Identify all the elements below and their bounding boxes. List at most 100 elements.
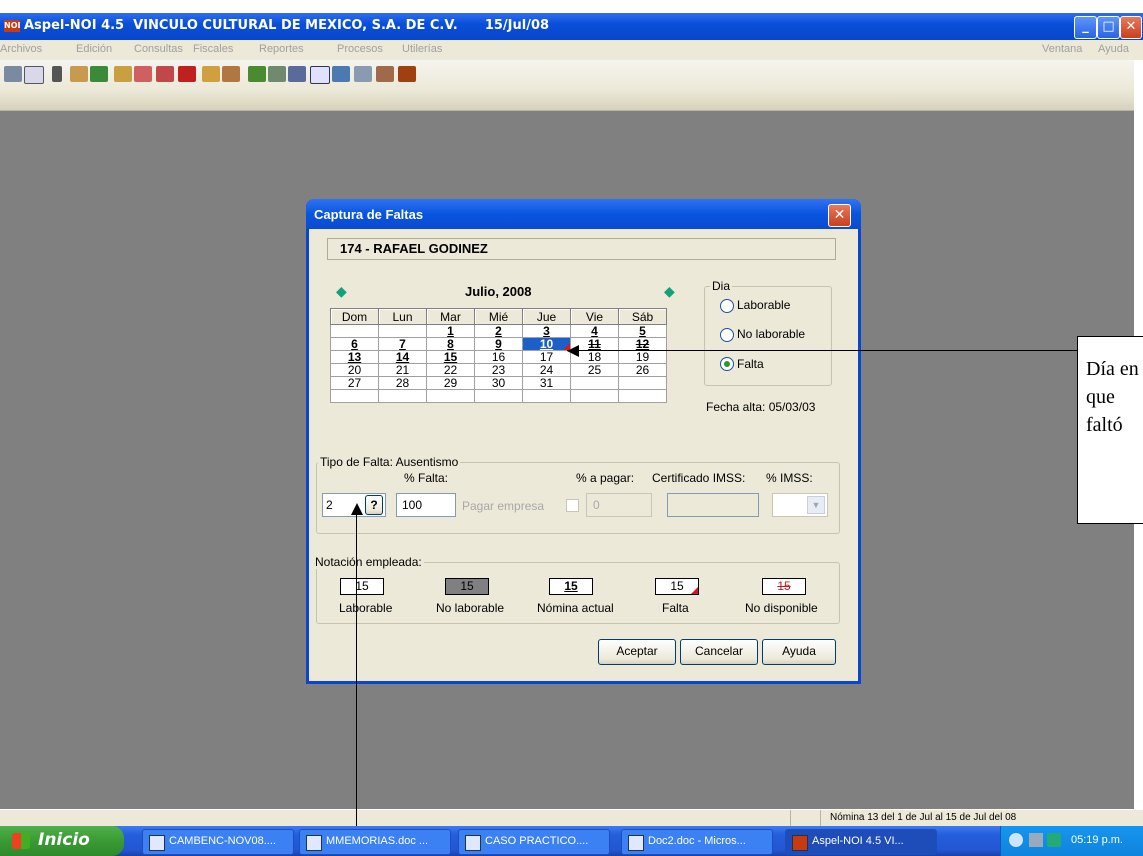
pagar-empresa-checkbox[interactable] xyxy=(566,499,579,512)
network-icon[interactable] xyxy=(288,66,306,82)
chart-icon[interactable] xyxy=(202,66,220,82)
start-button[interactable]: Inicio xyxy=(0,826,124,856)
callout-text: Día en que faltó xyxy=(1086,358,1139,436)
document-icon[interactable] xyxy=(24,66,44,84)
calendar-day xyxy=(378,389,427,403)
menu-archivos[interactable]: Archivos xyxy=(0,43,42,55)
menu-procesos[interactable]: Procesos xyxy=(337,43,383,55)
people-icon[interactable] xyxy=(70,66,88,82)
radio-laborable[interactable] xyxy=(720,299,734,313)
calendar-day[interactable]: 17 xyxy=(522,350,571,364)
prev-month-arrow-icon[interactable]: ◆ xyxy=(336,284,347,300)
calendar-day[interactable]: 26 xyxy=(618,363,667,377)
calendar-day[interactable]: 13 xyxy=(330,350,379,364)
calendar-day[interactable] xyxy=(570,376,619,390)
dialog-close-button[interactable]: ✕ xyxy=(828,204,851,227)
calendar-day[interactable]: 14 xyxy=(378,350,427,364)
report-icon[interactable] xyxy=(134,66,152,82)
user-gear-icon[interactable] xyxy=(222,66,240,82)
maximize-button[interactable]: □ xyxy=(1097,16,1120,39)
calendar-day xyxy=(522,389,571,403)
books-icon[interactable] xyxy=(178,66,196,82)
menu-ayuda[interactable]: Ayuda xyxy=(1098,43,1129,55)
calendar-day[interactable]: 2 xyxy=(474,324,523,338)
calendar-day-selected[interactable]: 10 xyxy=(522,337,571,351)
cancel-button[interactable]: Cancelar xyxy=(680,639,758,665)
menu-fiscales[interactable]: Fiscales xyxy=(193,43,233,55)
calendar-day[interactable]: 12 xyxy=(618,337,667,351)
calendar-day[interactable]: 19 xyxy=(618,350,667,364)
calendar-day[interactable]: 25 xyxy=(570,363,619,377)
refresh-icon[interactable] xyxy=(4,66,22,82)
calculator-icon[interactable] xyxy=(354,66,372,82)
dialog-title-bar: Captura de Faltas xyxy=(306,199,861,229)
calendar-day[interactable] xyxy=(330,324,379,338)
window-title-text: Aspel-NOI 4.5 VINCULO CULTURAL DE MEXICO… xyxy=(24,18,550,33)
idse-icon[interactable] xyxy=(310,66,330,84)
calendar-day[interactable]: 8 xyxy=(426,337,475,351)
help-button[interactable]: Ayuda xyxy=(762,639,836,665)
calendar-day[interactable]: 31 xyxy=(522,376,571,390)
word-doc-icon xyxy=(465,835,481,851)
pct-pagar-field[interactable]: 0 xyxy=(586,493,652,517)
calendar-day[interactable]: 21 xyxy=(378,363,427,377)
calendar-day[interactable]: 4 xyxy=(570,324,619,338)
antivirus-tray-icon[interactable] xyxy=(1047,833,1061,847)
pct-falta-field[interactable]: 100 xyxy=(396,493,456,517)
calendar-day[interactable]: 7 xyxy=(378,337,427,351)
toolbar xyxy=(0,60,1143,111)
calendar-icon[interactable] xyxy=(114,66,132,82)
dia-legend: Dia xyxy=(710,279,733,293)
calendar-day[interactable]: 5 xyxy=(618,324,667,338)
close-window-button[interactable]: ✕ xyxy=(1120,16,1142,39)
calendar-day[interactable]: 27 xyxy=(330,376,379,390)
calendar-day[interactable]: 3 xyxy=(522,324,571,338)
calendar-day[interactable]: 29 xyxy=(426,376,475,390)
tree-icon[interactable] xyxy=(248,66,266,82)
taskbar-item[interactable]: CAMBENC-NOV08.... xyxy=(142,829,294,855)
calendar-day[interactable] xyxy=(618,376,667,390)
calendar-day[interactable]: 24 xyxy=(522,363,571,377)
taskbar-item[interactable]: CASO PRACTICO.... xyxy=(458,829,610,855)
next-month-arrow-icon[interactable]: ◆ xyxy=(664,284,675,300)
report2-icon[interactable] xyxy=(156,66,174,82)
calendar-day[interactable]: 28 xyxy=(378,376,427,390)
minimize-button[interactable]: _ xyxy=(1074,16,1097,39)
calendar-day[interactable] xyxy=(378,324,427,338)
calendar-day[interactable]: 1 xyxy=(426,324,475,338)
calendar-day[interactable]: 20 xyxy=(330,363,379,377)
notebook-icon[interactable] xyxy=(376,66,394,82)
tipo-help-button[interactable]: ? xyxy=(365,495,383,515)
note-no-disponible-sample: 15 xyxy=(762,578,806,595)
calendar-day[interactable]: 16 xyxy=(474,350,523,364)
menu-reportes[interactable]: Reportes xyxy=(259,43,304,55)
network-tray-icon[interactable] xyxy=(1029,833,1043,847)
radio-falta[interactable] xyxy=(720,357,734,371)
taskbar-item-active[interactable]: Aspel-NOI 4.5 VI... xyxy=(785,829,937,855)
pct-imss-select[interactable]: ▼ xyxy=(772,493,828,517)
calendar-day[interactable]: 23 xyxy=(474,363,523,377)
taskbar-item[interactable]: MMEMORIAS.doc ... xyxy=(299,829,451,855)
calendar-day[interactable]: 6 xyxy=(330,337,379,351)
building-icon[interactable] xyxy=(268,66,286,82)
note-falta-sample: 15 xyxy=(655,578,699,595)
menu-ventana[interactable]: Ventana xyxy=(1042,43,1082,55)
calendar-day[interactable]: 22 xyxy=(426,363,475,377)
accept-button[interactable]: Aceptar xyxy=(598,639,676,665)
calendar-day[interactable]: 30 xyxy=(474,376,523,390)
taskbar-item[interactable]: Doc2.doc - Micros... xyxy=(621,829,773,855)
calendar-day[interactable]: 15 xyxy=(426,350,475,364)
menu-utilerias[interactable]: Utilerías xyxy=(402,43,442,55)
tray-arrow-icon[interactable] xyxy=(1009,833,1023,847)
calendar-day xyxy=(618,389,667,403)
cert-imss-field[interactable] xyxy=(667,493,759,517)
menu-consultas[interactable]: Consultas xyxy=(134,43,183,55)
calendar-day[interactable]: 9 xyxy=(474,337,523,351)
menu-edicion[interactable]: Edición xyxy=(76,43,112,55)
idse2-icon[interactable] xyxy=(332,66,350,82)
plus-minus-icon[interactable] xyxy=(90,66,108,82)
radio-no-laborable[interactable] xyxy=(720,328,734,342)
exit-door-icon[interactable] xyxy=(398,66,416,82)
tool-icon[interactable] xyxy=(52,66,62,82)
note-no-laborable-label: No laborable xyxy=(436,601,505,615)
